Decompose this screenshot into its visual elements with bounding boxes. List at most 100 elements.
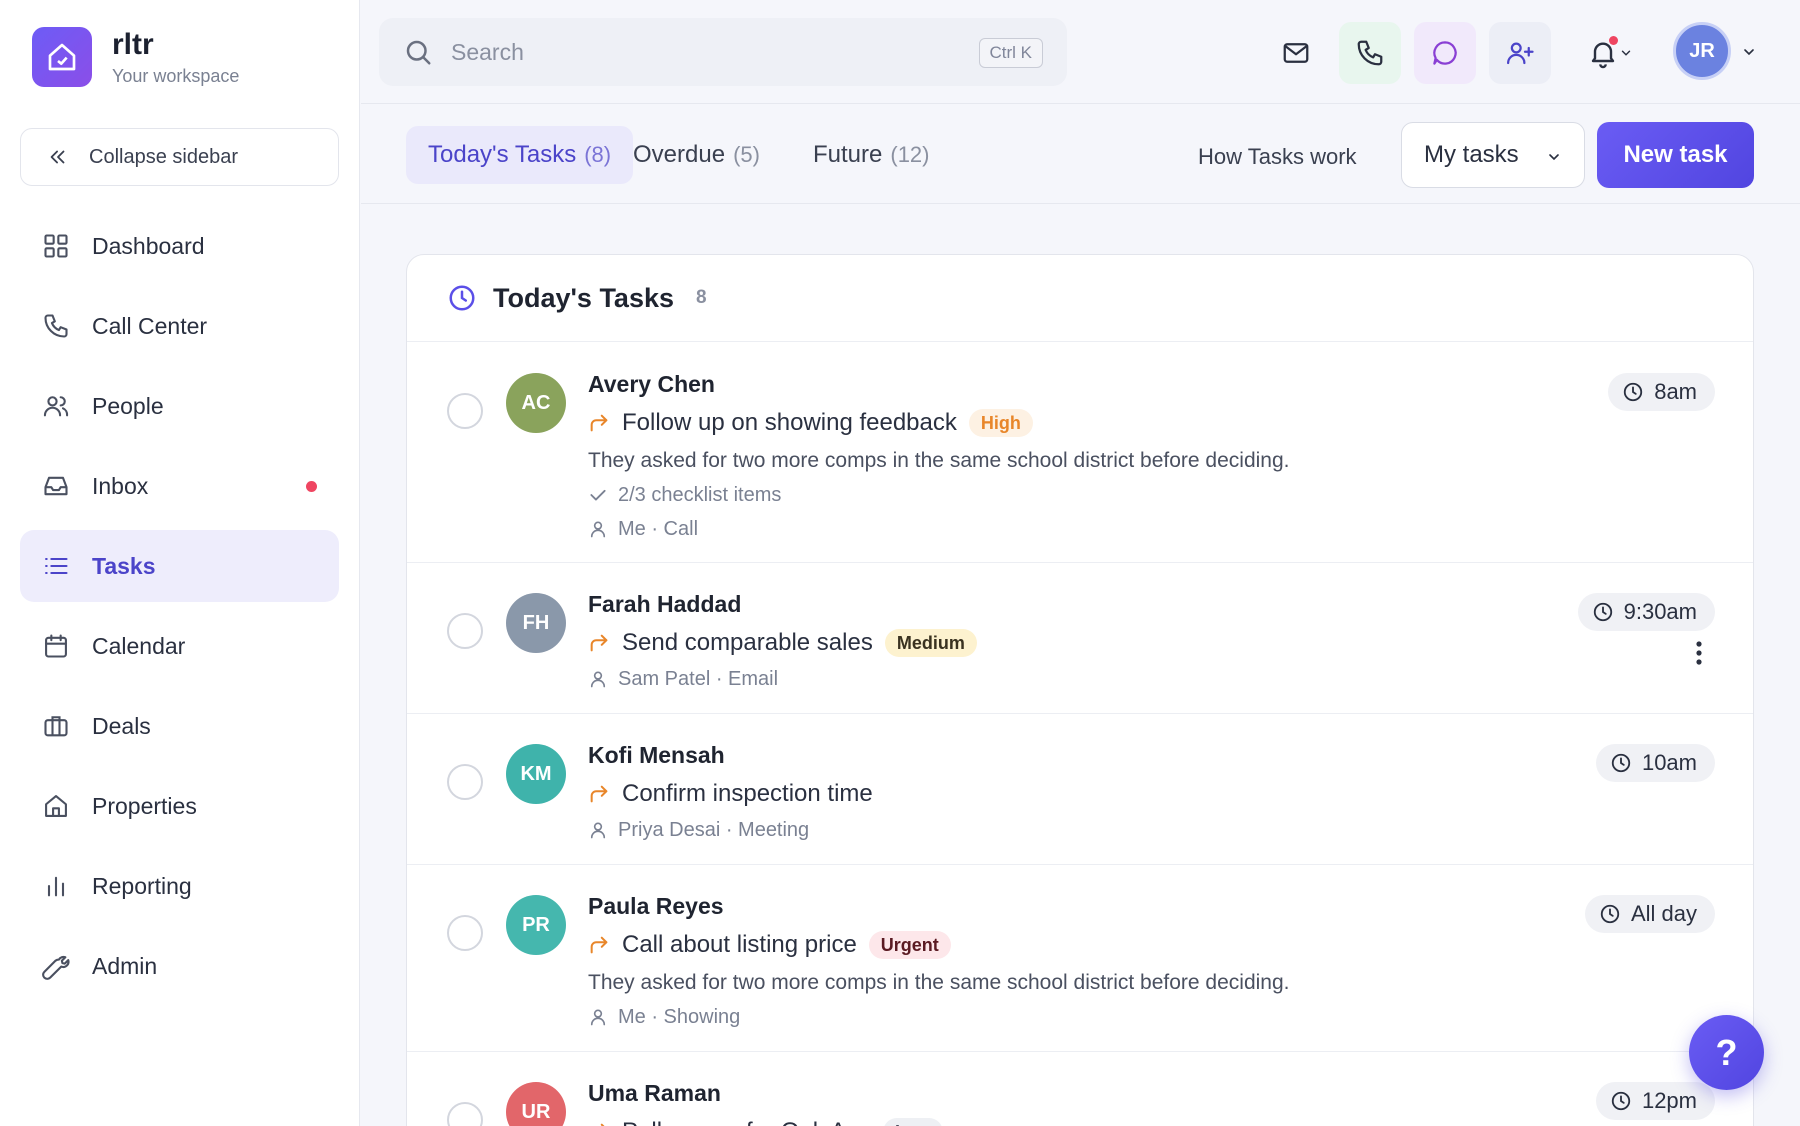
chevrons-left-icon <box>47 146 69 168</box>
sidebar-item-label: Calendar <box>92 632 186 659</box>
phone-button[interactable] <box>1339 22 1401 84</box>
users-icon <box>42 392 70 420</box>
avatar: PR <box>506 895 566 955</box>
task-time: 10am <box>1595 744 1715 782</box>
sidebar-item-people[interactable]: People <box>20 370 339 442</box>
task-row[interactable]: PR Paula Reyes Call about listing price … <box>407 865 1753 1052</box>
sidebar-item-label: Call Center <box>92 312 208 339</box>
task-more-options-button[interactable] <box>1689 637 1709 669</box>
sidebar-item-label: People <box>92 392 164 419</box>
search-shortcut-hint: Ctrl K <box>978 38 1043 68</box>
grid-icon <box>42 232 70 260</box>
sidebar-item-dashboard[interactable]: Dashboard <box>20 210 339 282</box>
task-title[interactable]: Send comparable sales <box>622 629 873 657</box>
priority-badge: High <box>968 409 1033 437</box>
task-complete-checkbox[interactable] <box>447 393 483 429</box>
task-row[interactable]: UR Uma Raman Pull comps for Oak Ave Low … <box>407 1052 1753 1126</box>
task-complete-checkbox[interactable] <box>447 915 483 951</box>
sidebar-item-properties[interactable]: Properties <box>20 770 339 842</box>
card-title: Today's Tasks <box>493 282 674 313</box>
sidebar: rltr Your workspace Collapse sidebar Das… <box>0 0 360 1126</box>
tab-label: Overdue <box>633 141 726 168</box>
mail-button[interactable] <box>1265 22 1327 84</box>
collapse-sidebar-button[interactable]: Collapse sidebar <box>20 128 339 186</box>
clock-icon <box>1599 903 1621 925</box>
task-owner-filter[interactable]: My tasks <box>1401 122 1585 188</box>
task-row[interactable]: FH Farah Haddad Send comparable sales Me… <box>407 563 1753 714</box>
avatar: UR <box>506 1082 566 1126</box>
priority-badge: Low <box>883 1118 943 1126</box>
sidebar-item-call-center[interactable]: Call Center <box>20 290 339 362</box>
calendar-icon <box>42 632 70 660</box>
tab-todays-tasks[interactable]: Today's Tasks (8) <box>406 126 634 184</box>
sidebar-item-tasks[interactable]: Tasks <box>20 530 339 602</box>
how-tasks-work-link[interactable]: How Tasks work <box>1198 144 1357 170</box>
task-complete-checkbox[interactable] <box>447 1102 483 1126</box>
sidebar-item-deals[interactable]: Deals <box>20 690 339 762</box>
time-label: 9:30am <box>1623 599 1697 624</box>
task-assignee-type: Priya Desai · Meeting <box>618 818 810 841</box>
task-title[interactable]: Call about listing price <box>622 931 857 959</box>
more-vertical-icon <box>1695 640 1703 666</box>
sidebar-item-reporting[interactable]: Reporting <box>20 850 339 922</box>
avatar: FH <box>506 593 566 653</box>
help-button[interactable]: ? <box>1689 1015 1764 1090</box>
brand-subtitle: Your workspace <box>112 65 240 86</box>
tab-label: Today's Tasks <box>428 141 577 168</box>
sidebar-item-calendar[interactable]: Calendar <box>20 610 339 682</box>
add-contact-button[interactable] <box>1489 22 1551 84</box>
contact-name[interactable]: Uma Raman <box>588 1078 1715 1108</box>
sidebar-item-label: Tasks <box>92 552 156 579</box>
sidebar-item-admin[interactable]: Admin <box>20 930 339 1002</box>
chat-bubble-icon <box>1430 38 1460 68</box>
task-complete-checkbox[interactable] <box>447 764 483 800</box>
todays-tasks-card: Today's Tasks 8 AC Avery Chen Follow up … <box>406 254 1754 1126</box>
tab-overdue[interactable]: Overdue (5) <box>611 126 782 184</box>
task-time: 8am <box>1608 373 1715 411</box>
user-avatar[interactable]: JR <box>1673 22 1731 80</box>
sidebar-item-label: Deals <box>92 712 151 739</box>
priority-badge: Urgent <box>868 931 951 959</box>
clock-icon <box>447 283 477 313</box>
avatar: KM <box>506 744 566 804</box>
phone-icon <box>1355 38 1385 68</box>
tab-label: Future <box>813 141 883 168</box>
clock-icon <box>1592 601 1614 623</box>
chat-button[interactable] <box>1414 22 1476 84</box>
task-complete-checkbox[interactable] <box>447 613 483 649</box>
inbox-icon <box>42 472 70 500</box>
brand[interactable]: rltr Your workspace <box>32 27 239 87</box>
notifications-button[interactable] <box>1573 22 1647 84</box>
contact-name[interactable]: Avery Chen <box>588 369 1715 399</box>
clock-icon <box>1610 1090 1632 1112</box>
collapse-sidebar-label: Collapse sidebar <box>89 145 238 168</box>
task-title[interactable]: Confirm inspection time <box>622 780 873 808</box>
priority-badge: Medium <box>884 629 977 657</box>
task-row[interactable]: AC Avery Chen Follow up on showing feedb… <box>407 343 1753 563</box>
task-title[interactable]: Pull comps for Oak Ave <box>622 1118 871 1126</box>
wrench-icon <box>42 952 70 980</box>
checklist-progress: 2/3 checklist items <box>618 483 782 506</box>
task-assignee-type: Me · Call <box>618 517 699 540</box>
task-time: 9:30am <box>1577 593 1715 631</box>
brand-logo <box>32 27 92 87</box>
tab-count: (8) <box>584 142 612 167</box>
chevron-down-icon[interactable] <box>1741 44 1757 60</box>
new-task-button[interactable]: New task <box>1597 122 1754 188</box>
check-icon <box>588 485 608 505</box>
sidebar-nav: Dashboard Call Center People Inbox Tasks… <box>20 210 339 1010</box>
contact-name[interactable]: Paula Reyes <box>588 891 1715 921</box>
search-box[interactable]: Ctrl K <box>379 18 1067 86</box>
search-input[interactable] <box>451 38 931 66</box>
task-title[interactable]: Follow up on showing feedback <box>622 409 957 437</box>
contact-name[interactable]: Farah Haddad <box>588 589 1715 619</box>
sidebar-item-label: Properties <box>92 792 197 819</box>
task-assignee-type: Sam Patel · Email <box>618 667 779 690</box>
tab-count: (5) <box>733 142 760 167</box>
list-icon <box>42 552 70 580</box>
tab-future[interactable]: Future (12) <box>791 126 952 184</box>
contact-name[interactable]: Kofi Mensah <box>588 740 1715 770</box>
sidebar-item-inbox[interactable]: Inbox <box>20 450 339 522</box>
top-bar: Ctrl K JR <box>361 0 1800 104</box>
task-row[interactable]: KM Kofi Mensah Confirm inspection time P… <box>407 714 1753 865</box>
